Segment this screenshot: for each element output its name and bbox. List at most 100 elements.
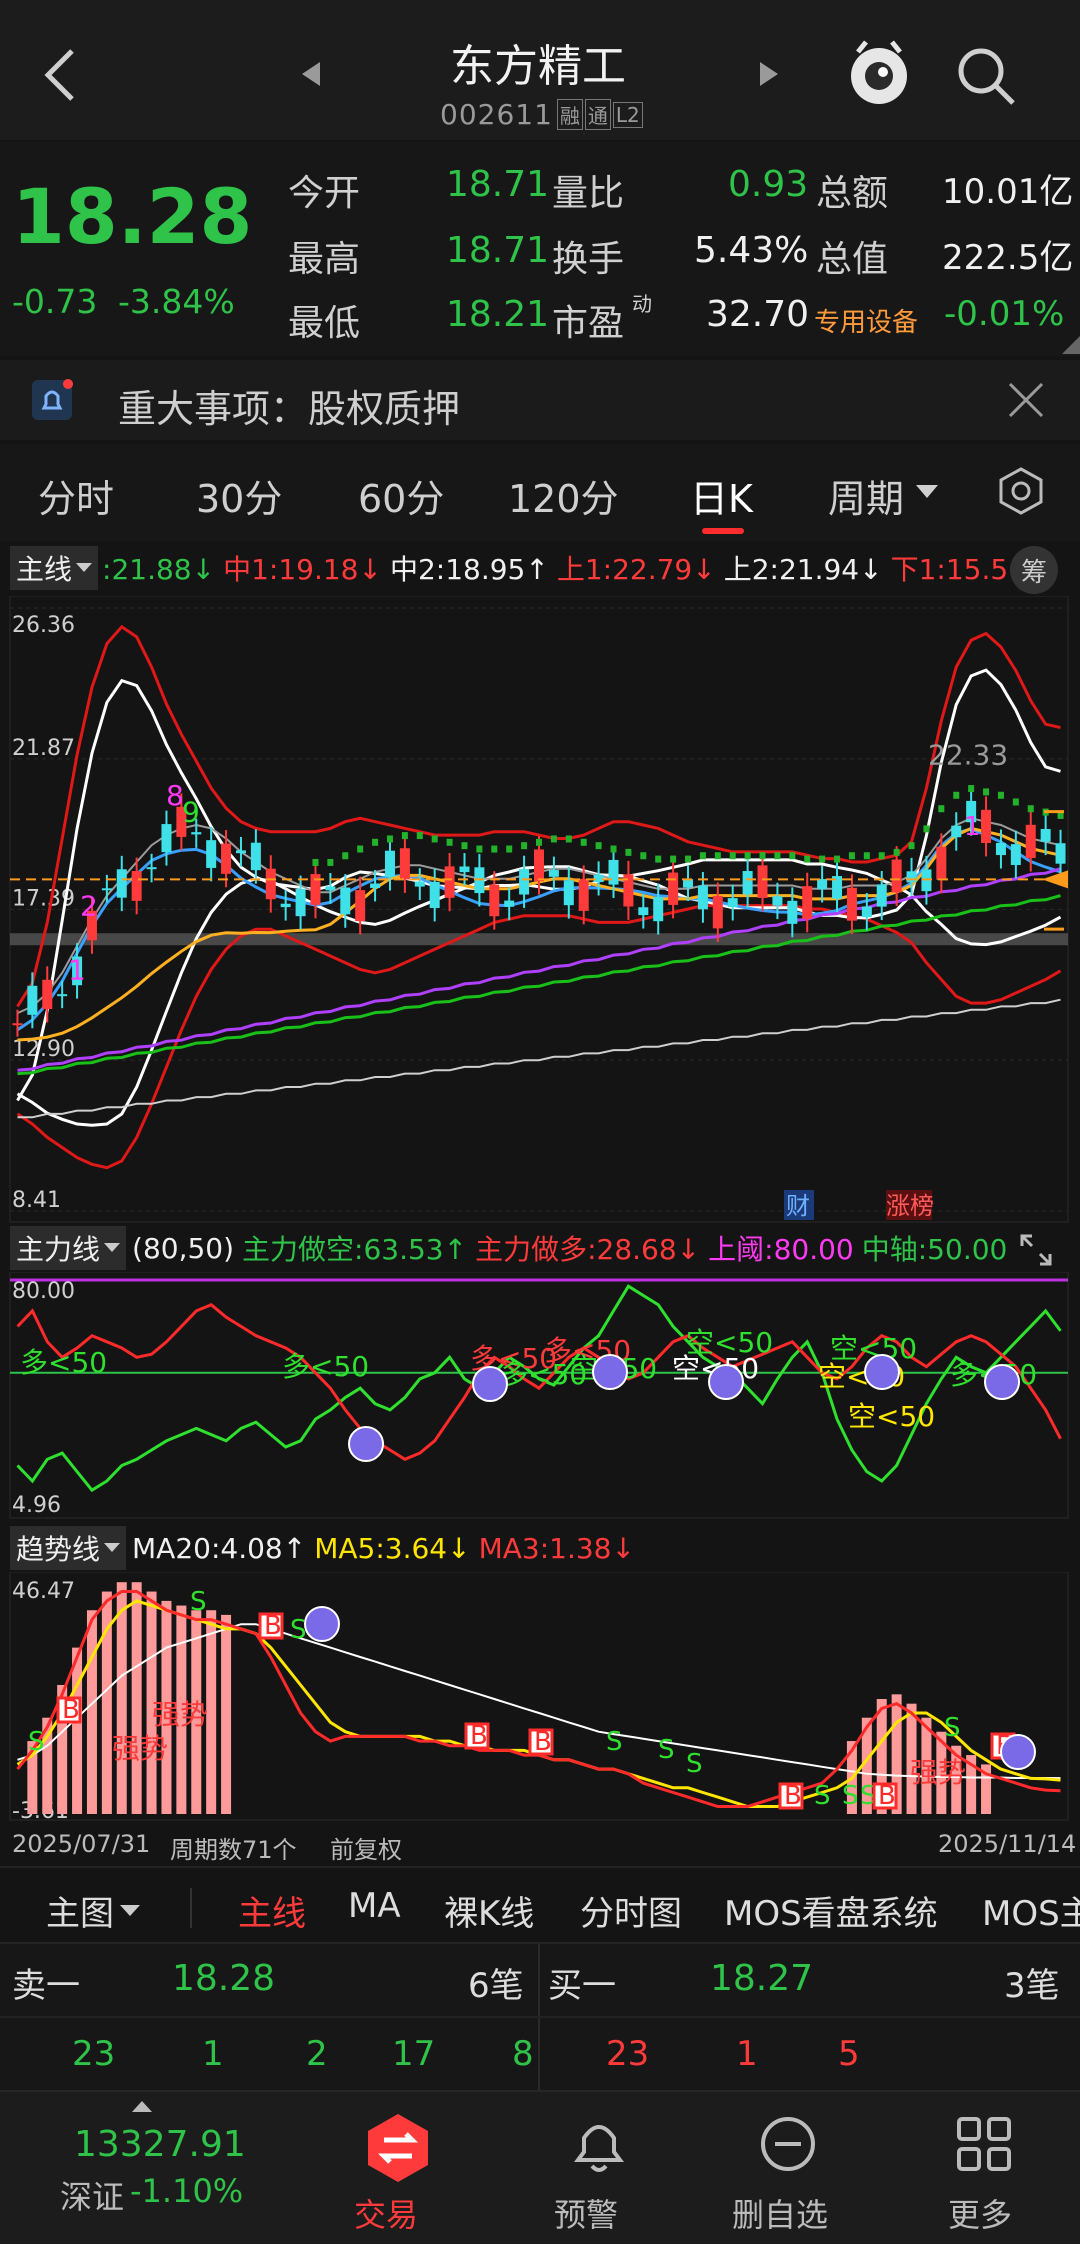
- value-high: 18.71: [446, 230, 550, 271]
- event-tag-limitup: 涨榜: [886, 1192, 934, 1220]
- main-legend-4: 上2:21.94↓: [723, 553, 883, 586]
- candle-body: [906, 871, 917, 883]
- buy1-count: 3笔: [1004, 1966, 1060, 2006]
- candle-body: [250, 842, 261, 871]
- event-tag-financial: 财: [786, 1192, 810, 1220]
- buy-marker: B: [878, 1781, 896, 1811]
- signal-dot: [476, 845, 483, 853]
- nav-more[interactable]: 更多: [930, 2102, 1050, 2242]
- main-chart-select[interactable]: 主图: [46, 1886, 140, 1935]
- sad-face-icon: [348, 1426, 384, 1462]
- nav-alert[interactable]: 预警: [540, 2102, 660, 2242]
- buy-marker: B: [534, 1727, 552, 1757]
- robot-assistant-icon[interactable]: [846, 38, 912, 112]
- index-widget[interactable]: 13327.91 深证 -1.10%: [0, 2092, 290, 2244]
- candle-body: [489, 884, 500, 917]
- tab-30min[interactable]: 30分: [196, 468, 282, 523]
- candle-body: [951, 825, 962, 838]
- notice-bar[interactable]: 重大事项：股权质押: [0, 360, 1080, 440]
- sad-face-icon: [864, 1354, 900, 1390]
- candle-body: [534, 849, 544, 882]
- candle-body: [57, 994, 68, 997]
- value-turnover-rate: 5.43%: [694, 230, 809, 271]
- value-low: 18.21: [446, 294, 550, 335]
- tab-120min[interactable]: 120分: [508, 468, 619, 523]
- value-turnover-amount: 10.01亿: [942, 172, 1074, 212]
- sell1-price: 18.28: [172, 1958, 276, 1999]
- indicator-tab-intraday[interactable]: 分时图: [580, 1886, 682, 1935]
- main-indicator-select[interactable]: 主线: [10, 546, 99, 590]
- trend-line-chart[interactable]: 46.47-3.61强势强势强势SBSBSBBSSSBSSSBBS: [0, 1572, 1080, 1822]
- sell-vol-4: 17: [392, 2034, 436, 2074]
- tab-60min[interactable]: 60分: [358, 468, 444, 523]
- indicator-tab-naked-k[interactable]: 裸K线: [444, 1886, 534, 1935]
- candle-body: [414, 881, 425, 887]
- chip-distribution-button[interactable]: 筹: [1010, 546, 1058, 594]
- sub1-y-bottom: 4.96: [12, 1493, 61, 1518]
- candle-body: [981, 809, 992, 843]
- buy1-price: 18.27: [710, 1958, 814, 1999]
- main-indicator-label: 主线: [16, 553, 73, 586]
- signal-dot: [625, 848, 632, 856]
- value-pe: 32.70: [706, 294, 810, 335]
- next-stock-icon[interactable]: [758, 60, 780, 92]
- indicator-tab-mainline[interactable]: 主线: [238, 1886, 306, 1935]
- tab-intraday[interactable]: 分时: [38, 468, 114, 523]
- signal-dot: [372, 838, 379, 846]
- sell-vol-3: 2: [306, 2034, 328, 2074]
- indicator-tab-ma[interactable]: MA: [348, 1886, 401, 1926]
- tab-period-dropdown[interactable]: 周期: [828, 468, 904, 523]
- label-industry[interactable]: 专用设备: [814, 302, 918, 339]
- signal-dot: [923, 825, 930, 833]
- expand-icon[interactable]: [1018, 1232, 1054, 1272]
- candle-body: [802, 886, 813, 919]
- signal-dot: [699, 852, 706, 860]
- sell-marker: S: [190, 1587, 207, 1617]
- candle-body: [280, 903, 291, 908]
- signal-dot: [789, 852, 796, 860]
- search-icon[interactable]: [955, 45, 1017, 111]
- signal-dot: [744, 852, 751, 860]
- signal-dot: [968, 785, 975, 793]
- candle-body: [384, 850, 395, 878]
- trend-bar: [131, 1582, 142, 1814]
- indicator-tab-mos-main[interactable]: MOS主: [982, 1886, 1080, 1935]
- candle-body: [697, 885, 708, 910]
- sub2-indicator-select[interactable]: 趋势线: [10, 1526, 127, 1570]
- prev-stock-icon[interactable]: [300, 60, 322, 92]
- candle-body: [504, 900, 515, 907]
- main-kline-chart[interactable]: 26.3621.8717.3912.908.41128922.331财 涨榜: [0, 596, 1080, 1226]
- back-icon[interactable]: [30, 40, 90, 110]
- main-force-chart[interactable]: 80.004.96多<50 多<50 多<50多<50多<50 空<50 空<50空<5…: [0, 1272, 1080, 1520]
- tab-daily-k[interactable]: 日K: [690, 468, 753, 523]
- bell-notice-icon: [30, 378, 74, 426]
- candle-body: [399, 848, 410, 880]
- candle-body: [1010, 844, 1021, 866]
- order-book: 卖一 18.28 6笔 23 1 2 17 8 买一 18.27 3笔 23 1…: [0, 1942, 1080, 2090]
- sub1-param: (80,50): [132, 1231, 235, 1265]
- signal-dot: [908, 842, 915, 850]
- index-value: 13327.91: [74, 2124, 246, 2165]
- candle-body: [161, 824, 172, 853]
- nav-remove-watchlist[interactable]: 删自选: [720, 2102, 860, 2242]
- candle-body: [846, 887, 857, 921]
- nav-trade[interactable]: 交易: [340, 2102, 460, 2242]
- sub1-indicator-select[interactable]: 主力线: [10, 1226, 127, 1270]
- buy-marker: B: [470, 1721, 488, 1751]
- label-high: 最高: [288, 239, 361, 280]
- close-icon[interactable]: [1006, 380, 1046, 424]
- indicator-tab-mos[interactable]: MOS看盘系统: [724, 1886, 938, 1935]
- signal-dot: [357, 845, 364, 853]
- sub2-legend-items: MA20:4.08↑ MA5:3.64↓ MA3:1.38↓: [132, 1532, 643, 1565]
- period-count: 周期数71个: [170, 1836, 297, 1864]
- signal-dot: [983, 788, 990, 796]
- sub1-legend-2: 上阈:80.00: [708, 1233, 854, 1266]
- candle-body: [653, 896, 664, 922]
- stock-code-row: 002611 融 通 L2: [440, 98, 643, 131]
- sad-face-icon: [304, 1606, 340, 1642]
- candle-body: [876, 884, 887, 907]
- sell-vol-2: 1: [202, 2034, 224, 2074]
- settings-hex-icon[interactable]: [996, 466, 1046, 520]
- index-change: -1.10%: [130, 2172, 244, 2210]
- nav-trade-label: 交易: [354, 2196, 419, 2234]
